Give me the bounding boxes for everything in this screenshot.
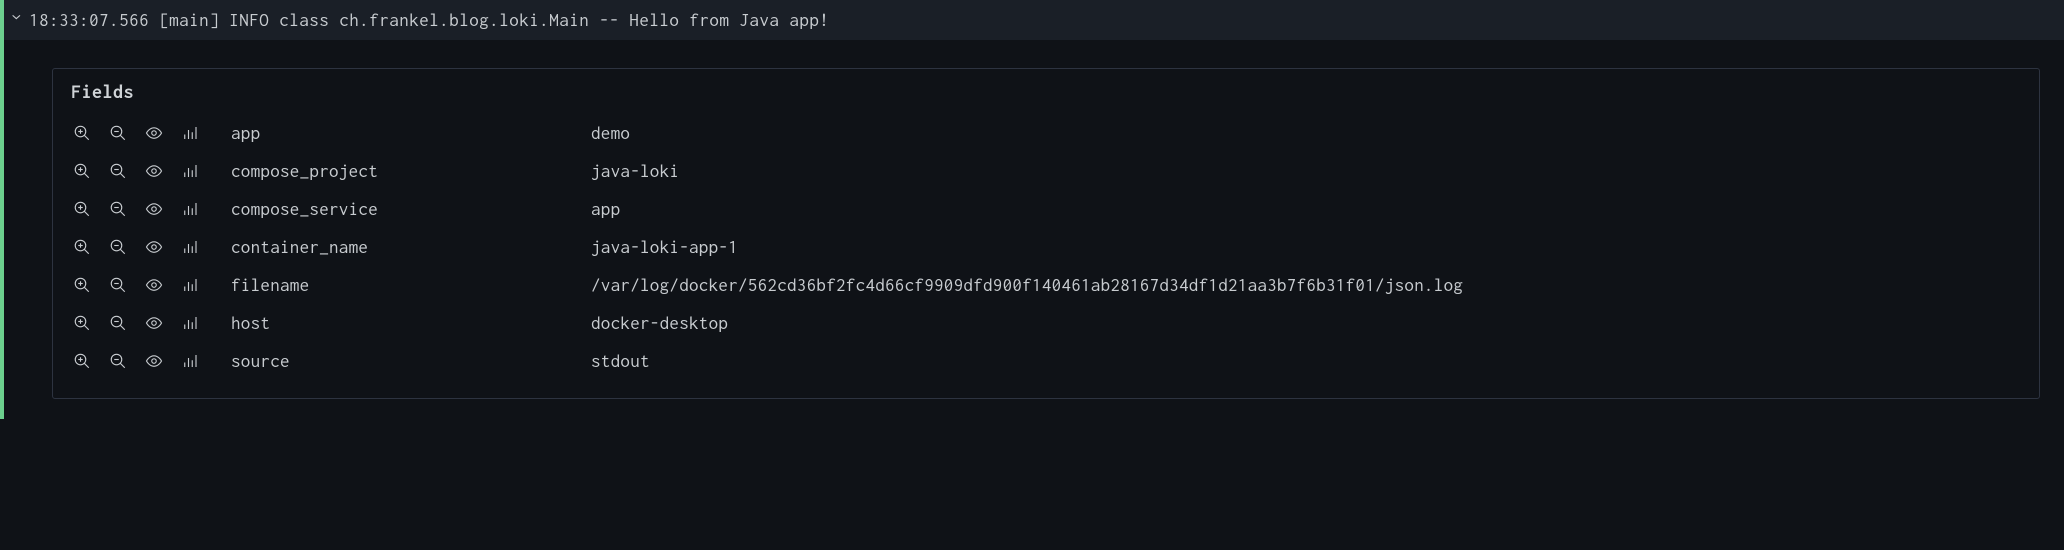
field-icons (71, 122, 231, 144)
zoom-in-icon[interactable] (71, 274, 93, 296)
eye-icon[interactable] (143, 274, 165, 296)
log-class-prefix: class (279, 10, 329, 30)
zoom-out-icon[interactable] (107, 274, 129, 296)
field-key: filename (231, 275, 591, 295)
eye-icon[interactable] (143, 198, 165, 220)
log-content: ⌄ 18:33:07.566 [main] INFO class ch.fran… (4, 0, 2064, 419)
field-key: compose_project (231, 161, 591, 181)
field-key: app (231, 123, 591, 143)
field-value: java-loki-app-1 (591, 237, 738, 257)
eye-icon[interactable] (143, 350, 165, 372)
eye-icon[interactable] (143, 236, 165, 258)
zoom-in-icon[interactable] (71, 236, 93, 258)
zoom-out-icon[interactable] (107, 236, 129, 258)
zoom-in-icon[interactable] (71, 350, 93, 372)
field-row: appdemo (71, 114, 2021, 152)
field-row: compose_projectjava-loki (71, 152, 2021, 190)
field-icons (71, 312, 231, 334)
field-value: docker-desktop (591, 313, 728, 333)
zoom-out-icon[interactable] (107, 122, 129, 144)
field-row: sourcestdout (71, 342, 2021, 380)
log-separator: -- (599, 10, 619, 30)
field-icons (71, 236, 231, 258)
fields-panel: Fields appdemocompose_projectjava-lokico… (52, 68, 2040, 399)
log-header[interactable]: ⌄ 18:33:07.566 [main] INFO class ch.fran… (4, 0, 2064, 40)
zoom-out-icon[interactable] (107, 312, 129, 334)
log-timestamp: 18:33:07.566 (29, 10, 149, 30)
field-row: hostdocker-desktop (71, 304, 2021, 342)
field-value: java-loki (591, 161, 679, 181)
zoom-out-icon[interactable] (107, 350, 129, 372)
stats-icon[interactable] (179, 236, 201, 258)
field-row: container_namejava-loki-app-1 (71, 228, 2021, 266)
log-entry: ⌄ 18:33:07.566 [main] INFO class ch.fran… (0, 0, 2064, 419)
field-icons (71, 160, 231, 182)
log-message: Hello from Java app! (629, 10, 829, 30)
zoom-in-icon[interactable] (71, 198, 93, 220)
fields-title: Fields (71, 81, 2021, 102)
zoom-in-icon[interactable] (71, 160, 93, 182)
eye-icon[interactable] (143, 160, 165, 182)
field-row: filename/var/log/docker/562cd36bf2fc4d66… (71, 266, 2021, 304)
stats-icon[interactable] (179, 350, 201, 372)
field-key: container_name (231, 237, 591, 257)
stats-icon[interactable] (179, 312, 201, 334)
log-class-name: ch.frankel.blog.loki.Main (339, 10, 589, 30)
fields-rows: appdemocompose_projectjava-lokicompose_s… (71, 114, 2021, 380)
expand-toggle-icon[interactable]: ⌄ (12, 12, 21, 29)
field-value: demo (591, 123, 630, 143)
eye-icon[interactable] (143, 312, 165, 334)
zoom-in-icon[interactable] (71, 312, 93, 334)
eye-icon[interactable] (143, 122, 165, 144)
stats-icon[interactable] (179, 198, 201, 220)
zoom-in-icon[interactable] (71, 122, 93, 144)
stats-icon[interactable] (179, 274, 201, 296)
field-value: stdout (591, 351, 650, 371)
field-key: source (231, 351, 591, 371)
stats-icon[interactable] (179, 160, 201, 182)
field-icons (71, 198, 231, 220)
field-icons (71, 350, 231, 372)
field-value: app (591, 199, 620, 219)
zoom-out-icon[interactable] (107, 198, 129, 220)
log-thread: [main] (159, 10, 219, 30)
log-level: INFO (229, 10, 269, 30)
field-key: host (231, 313, 591, 333)
field-key: compose_service (231, 199, 591, 219)
zoom-out-icon[interactable] (107, 160, 129, 182)
field-value: /var/log/docker/562cd36bf2fc4d66cf9909df… (591, 275, 1463, 295)
field-icons (71, 274, 231, 296)
stats-icon[interactable] (179, 122, 201, 144)
field-row: compose_serviceapp (71, 190, 2021, 228)
